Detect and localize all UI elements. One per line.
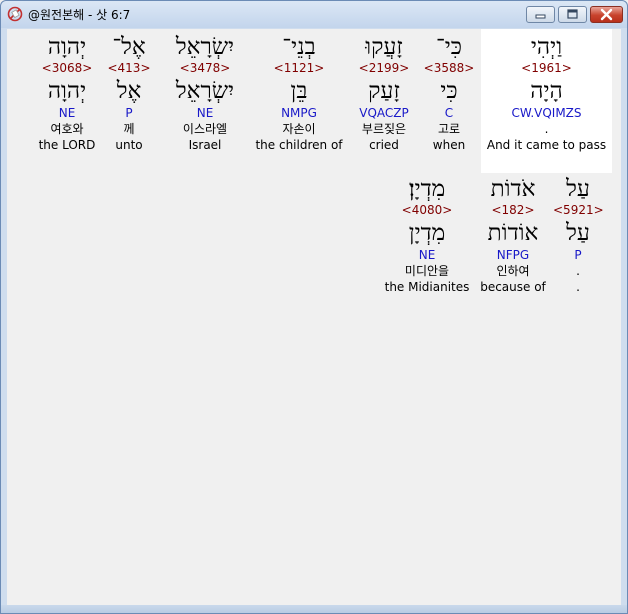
hebrew-word: יְהוָה xyxy=(47,34,87,60)
maximize-icon xyxy=(567,9,578,19)
parsing-code[interactable]: NMPG xyxy=(253,105,345,121)
strong-number[interactable]: <182> xyxy=(477,203,549,218)
word-card[interactable]: יְהוָה <3068> יְהוָה NE 여호와 the LORD xyxy=(35,29,99,153)
korean-gloss: 께 xyxy=(123,122,135,136)
close-icon xyxy=(600,8,613,21)
strong-number[interactable]: <5921> xyxy=(553,203,604,218)
app-window: @원전본해 - 삿 6:7 וַיְהִי <1961> הָיָה CW.VQ… xyxy=(0,0,628,614)
hebrew-word: אֹדוֹת xyxy=(490,176,536,202)
english-gloss: Israel xyxy=(188,138,222,152)
strong-number[interactable]: <3068> xyxy=(35,61,99,76)
korean-gloss: 인하여 xyxy=(496,264,530,278)
interlinear-line-1: וַיְהִי <1961> הָיָה CW.VQIMZS . And it … xyxy=(7,29,621,173)
hebrew-lemma: אֶל xyxy=(116,78,142,104)
minimize-icon xyxy=(535,14,546,19)
english-gloss: unto xyxy=(115,138,143,152)
english-gloss: the LORD xyxy=(38,138,96,152)
word-card[interactable]: בְנֵי־ <1121> בֵּן NMPG 자손이 the children… xyxy=(253,29,345,153)
word-card[interactable]: אֹדוֹת <182> אוֹדוֹת NFPG 인하여 because of xyxy=(477,175,549,295)
word-card[interactable]: וַיְהִי <1961> הָיָה CW.VQIMZS . And it … xyxy=(481,29,612,173)
interlinear-line-2: עַל <5921> עַל P . . אֹדוֹת <182> אוֹדוֹ… xyxy=(7,175,621,315)
parsing-code[interactable]: CW.VQIMZS xyxy=(481,105,612,121)
korean-gloss: 부르짖은 xyxy=(361,122,407,136)
strong-number[interactable]: <3588> xyxy=(423,61,475,76)
hebrew-word: בְנֵי־ xyxy=(282,34,316,60)
english-gloss: when xyxy=(432,138,466,152)
strong-number[interactable]: <4080> xyxy=(379,203,475,218)
hebrew-lemma: אוֹדוֹת xyxy=(487,220,539,246)
parsing-code[interactable]: P xyxy=(107,105,151,121)
english-gloss: the children of xyxy=(255,138,343,152)
hebrew-word: כִּי־ xyxy=(435,34,463,60)
hebrew-word: עַל xyxy=(566,176,590,202)
parsing-code[interactable]: NE xyxy=(379,247,475,263)
hebrew-word: אֶל־ xyxy=(112,34,146,60)
english-gloss: because of xyxy=(480,280,546,294)
korean-gloss: 미디안을 xyxy=(404,264,450,278)
strong-number[interactable]: <1961> xyxy=(481,61,612,76)
parsing-code[interactable]: P xyxy=(553,247,603,263)
hebrew-word: וַיְהִי xyxy=(530,34,563,60)
title-bar[interactable]: @원전본해 - 삿 6:7 xyxy=(1,1,627,28)
hebrew-lemma: מִדְיָן xyxy=(408,220,446,246)
hebrew-word: זָעֲקוּ xyxy=(365,34,403,60)
word-card[interactable]: יִשְׂרָאֵל <3478> יִשְׂרָאֵל NE 이스라엘 Isr… xyxy=(165,29,245,153)
hebrew-word: מִדְיָן׃ xyxy=(408,176,446,202)
english-gloss: the Midianites xyxy=(384,280,470,294)
parsing-code[interactable]: C xyxy=(423,105,475,121)
word-card[interactable]: מִדְיָן׃ <4080> מִדְיָן NE 미디안을 the Midi… xyxy=(379,175,475,295)
window-title: @원전본해 - 삿 6:7 xyxy=(28,8,131,22)
strong-number[interactable]: <3478> xyxy=(165,61,245,76)
parsing-code[interactable]: NE xyxy=(35,105,99,121)
english-gloss: . xyxy=(576,280,580,294)
korean-gloss: . xyxy=(576,264,580,278)
maximize-button[interactable] xyxy=(558,6,587,23)
word-card[interactable]: עַל <5921> עַל P . . xyxy=(553,175,604,295)
word-card[interactable]: אֶל־ <413> אֶל P 께 unto xyxy=(107,29,151,153)
word-card[interactable]: כִּי־ <3588> כִּי C 고로 when xyxy=(423,29,475,153)
window-bottom-border xyxy=(1,605,627,613)
parsing-code[interactable]: NE xyxy=(165,105,245,121)
english-gloss: cried xyxy=(369,138,399,152)
verse-panel: וַיְהִי <1961> הָיָה CW.VQIMZS . And it … xyxy=(7,29,621,605)
app-icon xyxy=(7,6,23,22)
hebrew-lemma: עַל xyxy=(566,220,590,246)
strong-number[interactable]: <1121> xyxy=(253,61,345,76)
english-gloss: And it came to pass xyxy=(486,138,607,152)
minimize-button[interactable] xyxy=(526,6,555,23)
korean-gloss: . xyxy=(544,122,549,136)
korean-gloss: 이스라엘 xyxy=(182,122,228,136)
hebrew-lemma: יְהוָה xyxy=(47,78,87,104)
parsing-code[interactable]: NFPG xyxy=(477,247,549,263)
hebrew-lemma: כִּי xyxy=(440,78,458,104)
korean-gloss: 자손이 xyxy=(282,122,316,136)
hebrew-lemma: בֵּן xyxy=(290,78,308,104)
word-card[interactable]: זָעֲקוּ <2199> זָעַק VQACZP 부르짖은 cried xyxy=(349,29,419,153)
strong-number[interactable]: <2199> xyxy=(349,61,419,76)
korean-gloss: 고로 xyxy=(437,122,461,136)
strong-number[interactable]: <413> xyxy=(107,61,151,76)
korean-gloss: 여호와 xyxy=(50,122,84,136)
hebrew-word: יִשְׂרָאֵל xyxy=(175,34,235,60)
hebrew-lemma: יִשְׂרָאֵל xyxy=(175,78,235,104)
close-button[interactable] xyxy=(590,6,623,23)
hebrew-lemma: זָעַק xyxy=(368,78,400,104)
parsing-code[interactable]: VQACZP xyxy=(349,105,419,121)
hebrew-lemma: הָיָה xyxy=(530,78,563,104)
